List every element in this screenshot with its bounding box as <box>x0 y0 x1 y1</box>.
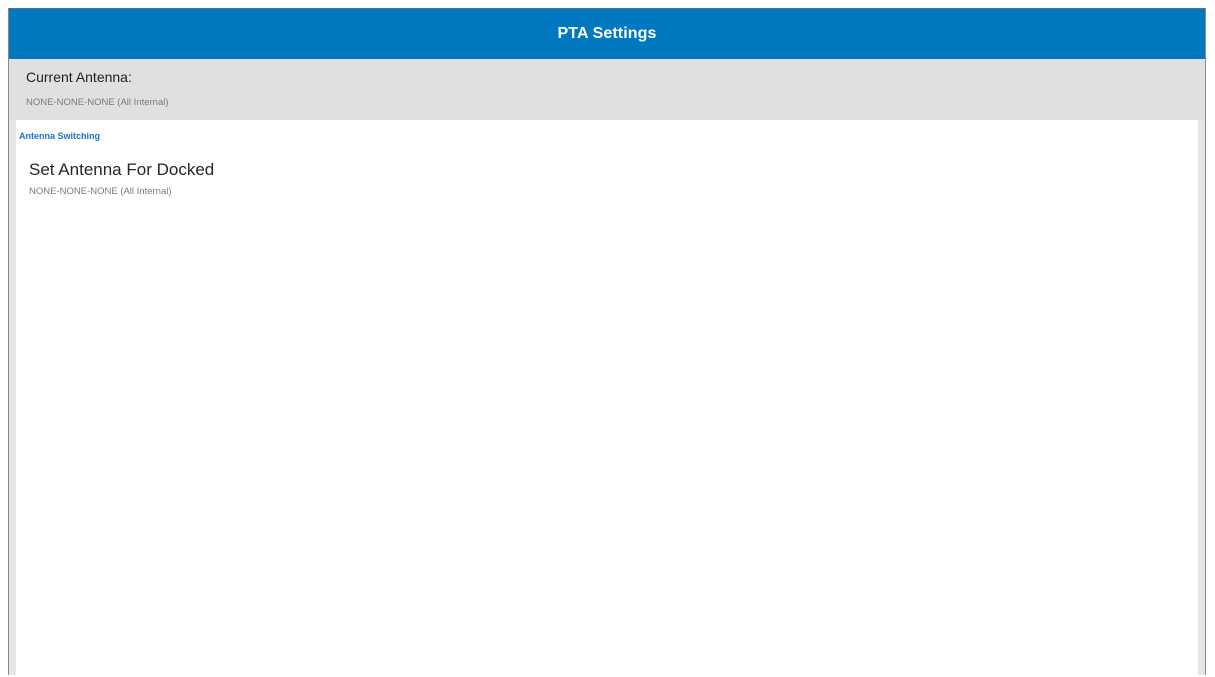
pref-summary: NONE-NONE-NONE (All Internal) <box>29 186 172 197</box>
set-antenna-docked-item[interactable]: Set Antenna For Docked NONE-NONE-NONE (A… <box>16 153 1198 203</box>
pref-title: Set Antenna For Docked <box>29 160 215 179</box>
current-antenna-section: Current Antenna: NONE-NONE-NONE (All Int… <box>9 59 1205 120</box>
current-antenna-value: NONE-NONE-NONE (All Internal) <box>26 97 169 108</box>
category-header-antenna-switching: Antenna Switching <box>19 131 100 141</box>
current-antenna-label: Current Antenna: <box>26 69 132 85</box>
preferences-list: Antenna Switching Set Antenna For Docked… <box>16 120 1198 675</box>
app-bar: PTA Settings <box>9 9 1205 59</box>
settings-window: PTA Settings Current Antenna: NONE-NONE-… <box>8 8 1206 675</box>
app-title: PTA Settings <box>557 25 657 42</box>
